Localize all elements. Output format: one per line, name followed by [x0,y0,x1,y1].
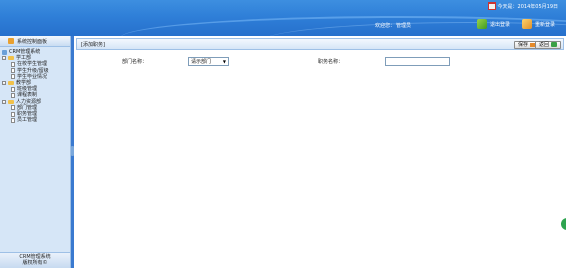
header-banner: 今天是：2014年05月19日 欢迎您： 管理员 退出登录 重新登录 [0,0,566,36]
folder-icon [8,99,14,104]
back-arrow-icon [551,42,557,47]
tree-item[interactable]: 员工管理 [2,117,70,123]
relogin-label: 重新登录 [535,21,556,28]
page-icon [11,62,15,67]
date-text: 今天是：2014年05月19日 [497,3,558,10]
username: 管理员 [396,23,412,29]
page-icon [11,86,15,92]
relogin-link[interactable]: 重新登录 [522,19,555,29]
floating-help-tab[interactable] [561,218,566,230]
logout-label: 退出登录 [490,21,511,28]
tree-item-label: 员工管理 [17,117,38,124]
logout-icon [477,19,487,29]
job-label: 职务名称： [318,59,344,65]
sidebar: 系统控制面板 CRM管理系统 - 学工部 在校学生管理 学生升级/留级 学生毕业… [0,36,71,268]
page-icon [11,74,15,80]
page-icon [11,117,15,123]
welcome-label: 欢迎您： [375,23,396,29]
page-icon [11,93,15,99]
dept-select-value: 请示部门 [191,59,212,65]
nav-tree: CRM管理系统 - 学工部 在校学生管理 学生升级/留级 学生毕业情况 - 教学… [0,47,70,123]
dept-select[interactable]: 请示部门 ▼ [188,57,229,66]
toolbar: [添加职务] 保存 返回 [76,38,564,50]
date-display: 今天是：2014年05月19日 [487,2,558,10]
sidebar-title: 系统控制面板 [17,38,48,45]
logout-link[interactable]: 退出登录 [477,19,510,29]
dept-field-row: 部门名称： [122,58,147,65]
chevron-down-icon: ▼ [222,59,226,64]
back-button[interactable]: 返回 [534,40,561,49]
main-content: [添加职务] 保存 返回 部门名称： 请示部门 ▼ 职务名称： [74,36,566,268]
home-icon [8,38,14,44]
sidebar-title-bar: 系统控制面板 [0,36,70,47]
computer-icon [2,49,7,55]
collapse-toggle-icon[interactable]: - [2,99,6,104]
page-icon [11,105,15,111]
folder-icon [8,56,14,61]
collapse-toggle-icon[interactable]: - [2,56,6,61]
page-icon [11,111,15,117]
sidebar-footer: CRM管理系统 版权所有© [0,252,70,268]
calendar-icon [487,2,496,10]
job-name-input[interactable] [385,57,450,66]
welcome-message: 欢迎您： 管理员 [375,22,411,29]
relogin-icon [522,19,532,29]
footer-line-2: 版权所有© [22,259,48,266]
save-label: 保存 [517,42,528,48]
folder-icon [8,81,14,86]
job-field-row: 职务名称： [318,58,343,65]
back-label: 返回 [538,42,549,48]
page-icon [11,68,15,74]
breadcrumb: [添加职务] [81,41,105,48]
dept-label: 部门名称： [122,59,148,65]
collapse-toggle-icon[interactable]: - [2,81,6,86]
